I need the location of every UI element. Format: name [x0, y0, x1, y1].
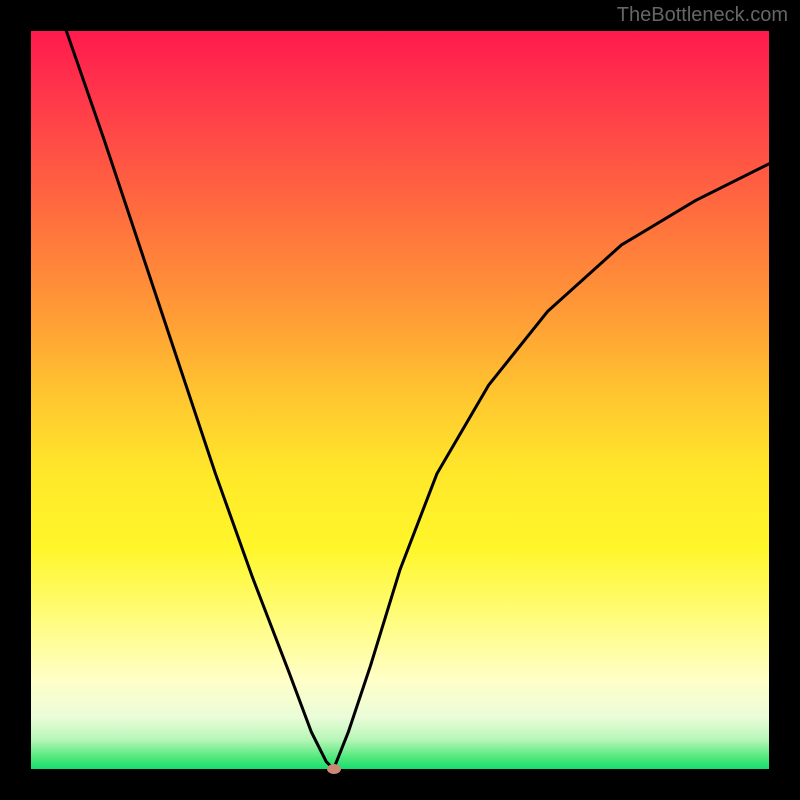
minimum-marker: [327, 764, 341, 774]
bottleneck-curve: [66, 31, 769, 769]
watermark-text: TheBottleneck.com: [617, 4, 788, 27]
chart-area: [31, 31, 769, 769]
curve-svg: [31, 31, 769, 769]
